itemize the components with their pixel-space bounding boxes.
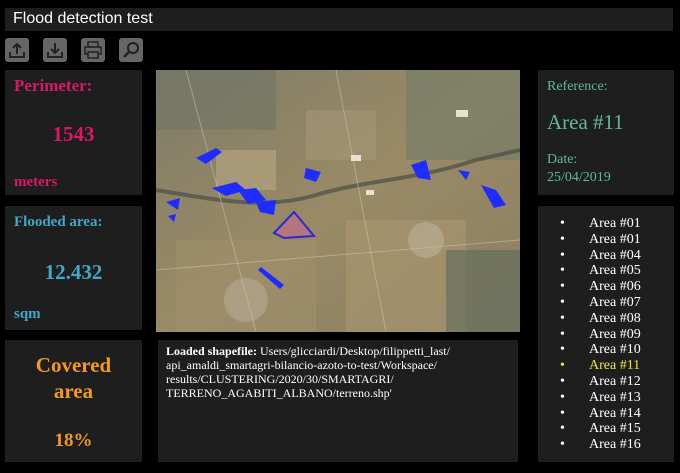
bullet-icon: • (560, 231, 565, 247)
satellite-map[interactable] (156, 70, 520, 332)
area-list-item-label: Area #15 (589, 421, 641, 437)
area-list-item[interactable]: • Area #04 (538, 248, 674, 264)
log-panel: Loaded shapefile: Users/glicciardi/Deskt… (158, 340, 518, 462)
bullet-icon: • (560, 342, 565, 358)
area-list-item[interactable]: • Area #01 (538, 216, 674, 232)
area-list-item[interactable]: • Area #14 (538, 406, 674, 422)
area-list-item[interactable]: • Area #08 (538, 311, 674, 327)
area-list-item-label: Area #13 (589, 389, 641, 405)
area-list: • Area #01 • Area #01 • Area #04 • Area #05 • Are… (538, 206, 674, 462)
bullet-icon: • (560, 216, 565, 231)
bullet-icon: • (560, 279, 565, 295)
area-list-item[interactable]: • Area #01 (538, 232, 674, 248)
date-label: Date: (547, 152, 578, 167)
flooded-area-panel: Flooded area: 12.432 sqm (5, 206, 142, 330)
area-list-item[interactable]: • Area #09 (538, 327, 674, 343)
reference-panel: Reference: Area #11 Date: 25/04/2019 (538, 70, 674, 195)
covered-area-value: 18% (54, 430, 93, 451)
download-icon (47, 43, 63, 58)
perimeter-unit: meters (14, 174, 58, 190)
bullet-icon: • (560, 373, 565, 389)
covered-area-label: Covered area (35, 353, 112, 403)
area-list-item[interactable]: • Area #05 (538, 263, 674, 279)
search-icon (123, 42, 139, 58)
log-label: Loaded shapefile: (166, 344, 258, 358)
area-list-item-label: Area #05 (589, 263, 641, 279)
reference-label: Reference: (547, 79, 608, 94)
area-list-item-label: Area #09 (589, 326, 641, 342)
area-list-item-label: Area #10 (589, 342, 641, 358)
bullet-icon: • (560, 389, 565, 405)
bullet-icon: • (560, 437, 565, 453)
area-list-item[interactable]: • Area #12 (538, 374, 674, 390)
covered-area-panel: Covered area 18% (5, 340, 142, 462)
perimeter-label: Perimeter: (14, 76, 93, 95)
bullet-icon: • (560, 294, 565, 310)
area-list-item[interactable]: • Area #10 (538, 342, 674, 358)
area-list-item[interactable]: • Area #16 (538, 437, 674, 453)
search-button[interactable] (119, 38, 143, 62)
upload-icon (9, 42, 25, 58)
area-list-item-label: Area #01 (589, 231, 641, 247)
perimeter-panel: Perimeter: 1543 meters (5, 70, 142, 195)
area-list-item-label: Area #01 (589, 216, 641, 231)
perimeter-value: 1543 (52, 122, 95, 146)
bullet-icon: • (560, 310, 565, 326)
flooded-area-unit: sqm (14, 306, 41, 322)
print-button[interactable] (81, 38, 105, 62)
map-image (156, 70, 520, 332)
area-list-item[interactable]: • Area #11 (538, 358, 674, 374)
area-list-item-label: Area #04 (589, 247, 641, 263)
bullet-icon: • (560, 358, 565, 374)
area-list-item-label: Area #14 (589, 405, 641, 421)
area-list-item-label: Area #07 (589, 294, 641, 310)
bullet-icon: • (560, 326, 565, 342)
area-list-item[interactable]: • Area #15 (538, 421, 674, 437)
flooded-area-label: Flooded area: (14, 214, 103, 230)
print-icon (84, 41, 102, 59)
download-button[interactable] (43, 38, 67, 62)
date-value: 25/04/2019 (547, 170, 611, 185)
area-list-item-label: Area #12 (589, 373, 641, 389)
bullet-icon: • (560, 421, 565, 437)
bullet-icon: • (560, 405, 565, 421)
reference-value: Area #11 (547, 110, 624, 134)
area-list-item-label: Area #08 (589, 310, 641, 326)
area-list-item[interactable]: • Area #07 (538, 295, 674, 311)
flooded-area-value: 12.432 (44, 260, 103, 284)
area-list-item[interactable]: • Area #13 (538, 390, 674, 406)
upload-button[interactable] (5, 38, 29, 62)
bullet-icon: • (560, 263, 565, 279)
area-list-item-label: Area #06 (589, 279, 641, 295)
area-list-items: • Area #01 • Area #01 • Area #04 • Area #05 • Are… (538, 216, 674, 453)
area-list-item-label: Area #11 (589, 358, 641, 374)
app-title: Flood detection test (13, 10, 153, 27)
area-list-item[interactable]: • Area #06 (538, 279, 674, 295)
title-bar: Flood detection test (5, 8, 673, 31)
area-list-item-label: Area #16 (589, 437, 641, 453)
bullet-icon: • (560, 247, 565, 263)
